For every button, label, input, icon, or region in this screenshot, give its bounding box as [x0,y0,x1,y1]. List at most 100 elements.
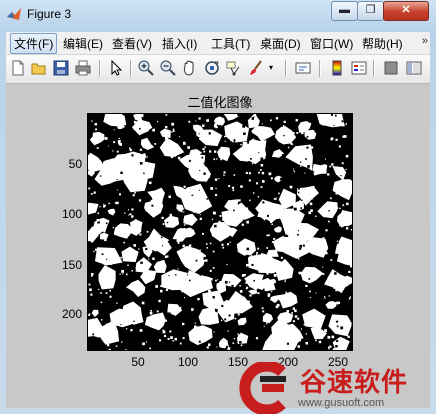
menu-desktop[interactable]: 桌面(D) [260,35,301,52]
menu-help[interactable]: 帮助(H) [362,35,403,52]
minimize-button[interactable]: ▬ [331,1,358,21]
speckle [198,189,200,191]
speckle [339,207,341,210]
speckle [200,314,202,316]
binary-image [79,102,360,359]
speckle [309,290,311,293]
new-figure-icon[interactable] [9,59,27,77]
speckle [209,269,212,272]
speckle [124,317,128,321]
menu-overflow-icon[interactable]: » [422,35,428,47]
speckle [304,232,306,234]
speckle [89,288,92,292]
speckle [331,163,334,166]
show-plot-tools-icon[interactable] [405,59,423,77]
speckle [283,238,286,242]
speckle [249,199,251,202]
figure-canvas: 二值化图像 50 100 150 200 50 100 150 200 250 [6,84,430,408]
speckle [187,272,189,274]
close-button[interactable]: ✕ [383,1,429,21]
speckle [104,202,107,205]
menu-window[interactable]: 窗口(W) [310,35,353,52]
menu-insert[interactable]: 插入(I) [162,35,197,52]
speckle [120,171,123,174]
speckle [345,227,349,230]
maximize-button[interactable]: ❐ [357,1,384,21]
speckle [312,269,315,272]
speckle [104,238,107,242]
speckle [174,337,177,341]
speckle [350,240,353,243]
speckle [160,285,162,287]
speckle [284,280,286,282]
white-particle [79,202,99,215]
speckle [260,186,263,188]
speckle [219,285,222,289]
speckle [240,143,242,146]
speckle [284,216,286,218]
plot-title: 二值化图像 [187,95,253,110]
zoom-in-icon[interactable] [137,59,155,77]
speckle [294,292,296,295]
speckle [324,277,327,280]
speckle [191,309,194,311]
title-bar[interactable]: Figure 3 ▬ ❐ ✕ [0,0,436,28]
speckle [193,211,195,213]
speckle [256,260,258,262]
speckle [278,131,282,135]
speckle [341,199,345,202]
speckle [143,172,145,174]
speckle [230,336,232,338]
speckle [228,223,231,226]
speckle [112,226,114,229]
speckle [327,220,330,223]
speckle [215,225,217,227]
speckle [243,143,246,147]
speckle [208,176,211,178]
speckle [221,154,225,157]
data-cursor-icon[interactable] [225,59,243,77]
speckle [221,230,223,232]
rotate-3d-icon[interactable] [203,59,221,77]
colorbar-icon[interactable] [328,59,346,77]
speckle [110,263,113,266]
speckle [169,144,173,148]
speckle [199,175,201,177]
speckle [332,348,336,351]
speckle [139,127,141,130]
speckle [301,199,303,201]
pointer-icon[interactable] [107,59,125,77]
speckle [199,217,202,220]
menu-view[interactable]: 查看(V) [112,35,152,52]
speckle [145,341,148,343]
plot-axes[interactable] [79,102,360,359]
menu-edit[interactable]: 编辑(E) [63,35,103,52]
link-plot-icon[interactable] [294,59,312,77]
speckle [213,319,215,321]
speckle [136,317,139,320]
pan-icon[interactable] [181,59,199,77]
toolbar-separator [285,60,286,77]
hide-plot-tools-icon[interactable] [382,59,400,77]
speckle [268,257,272,261]
zoom-out-icon[interactable] [159,59,177,77]
brush-icon[interactable] [247,59,265,77]
speckle [170,300,173,303]
print-icon[interactable] [74,59,92,77]
legend-icon[interactable] [350,59,368,77]
speckle [93,191,96,194]
speckle [148,321,150,323]
speckle [172,340,174,342]
brush-dropdown-icon[interactable]: ▾ [267,59,275,77]
speckle [223,250,226,253]
speckle [270,119,272,122]
speckle [261,236,264,239]
speckle [93,250,95,253]
menu-file[interactable]: 文件(F) [10,33,58,54]
open-file-icon[interactable] [30,59,48,77]
speckle [350,228,353,231]
speckle [309,297,311,299]
menu-tools[interactable]: 工具(T) [211,35,250,52]
save-icon[interactable] [52,59,70,77]
speckle [155,270,157,272]
